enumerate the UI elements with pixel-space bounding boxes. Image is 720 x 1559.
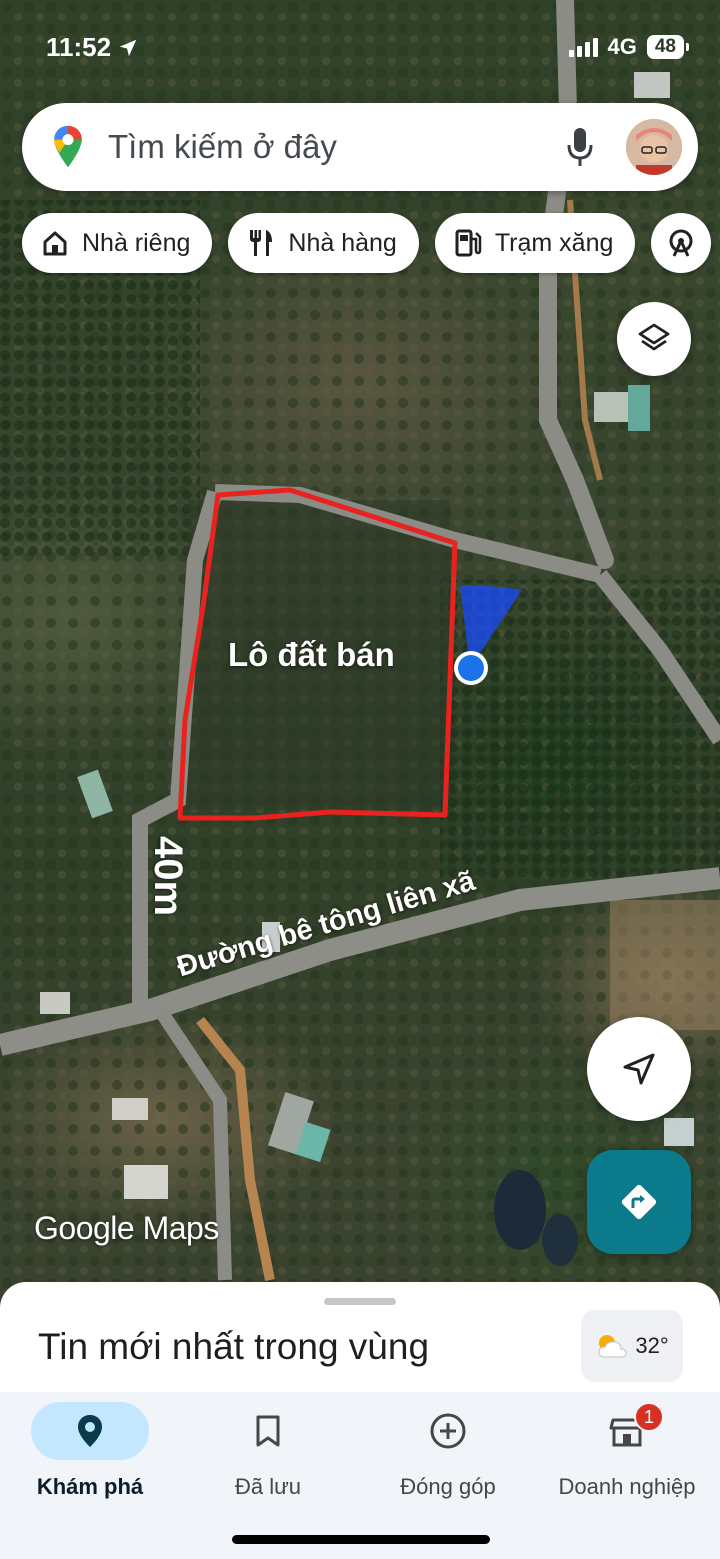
directions-icon xyxy=(621,1184,657,1220)
google-maps-watermark: Google Maps xyxy=(34,1210,219,1246)
location-dot xyxy=(458,655,484,681)
temperature: 32° xyxy=(635,1333,669,1358)
pond xyxy=(542,1214,578,1266)
nav-explore-pill xyxy=(31,1402,149,1460)
nav-saved-pill xyxy=(209,1402,327,1460)
width-label: 40m xyxy=(146,836,190,917)
layers-icon xyxy=(638,323,670,351)
network-type: 4G xyxy=(607,34,637,59)
chip-home-label: Nhà riêng xyxy=(82,228,191,257)
search-input[interactable] xyxy=(108,128,560,166)
bottom-navigation: Khám phá Đã lưu Đóng góp 1 Doanh nghiệp xyxy=(0,1392,720,1559)
partly-cloudy-icon xyxy=(598,1335,627,1358)
home-icon xyxy=(40,228,70,258)
nav-business-pill: 1 xyxy=(568,1402,686,1460)
chip-home[interactable]: Nhà riêng xyxy=(22,213,213,273)
nav-explore-label: Khám phá xyxy=(36,1474,144,1499)
pond xyxy=(494,1170,546,1250)
explore-pin-icon xyxy=(78,1415,102,1447)
chip-restaurants-label: Nhà hàng xyxy=(288,228,397,257)
status-bar-indicators: 4G 48 xyxy=(568,34,690,60)
gas-station-icon xyxy=(453,228,483,258)
google-maps-pin-icon xyxy=(54,125,82,168)
add-circle-icon xyxy=(430,1413,466,1449)
chip-gas-stations[interactable]: Trạm xăng xyxy=(434,213,636,273)
signal-icon xyxy=(568,37,598,57)
bookmark-icon xyxy=(256,1415,280,1447)
sheet-title: Tin mới nhất trong vùng xyxy=(38,1326,430,1367)
clock: 11:52 xyxy=(46,32,112,62)
building xyxy=(40,992,70,1014)
building xyxy=(664,1118,694,1146)
directions-button[interactable] xyxy=(587,1150,691,1254)
sheet-drag-handle[interactable] xyxy=(324,1298,396,1305)
attraction-icon xyxy=(666,228,696,258)
nav-saved[interactable]: Đã lưu xyxy=(178,1402,358,1500)
home-indicator[interactable] xyxy=(232,1535,490,1544)
mic-icon[interactable] xyxy=(560,123,600,171)
nav-contribute[interactable]: Đóng góp xyxy=(358,1402,538,1500)
battery-icon: 48 xyxy=(646,35,690,59)
chip-attractions[interactable] xyxy=(651,213,712,273)
notification-badge: 1 xyxy=(634,1402,664,1432)
building xyxy=(112,1098,148,1120)
building xyxy=(628,385,650,431)
chip-gas-stations-label: Trạm xăng xyxy=(494,228,614,257)
my-location-button[interactable] xyxy=(587,1017,691,1121)
navigation-arrow-icon xyxy=(623,1053,655,1085)
building xyxy=(634,72,670,98)
nav-saved-label: Đã lưu xyxy=(234,1474,302,1499)
building xyxy=(594,392,628,422)
layers-button[interactable] xyxy=(617,302,691,376)
status-bar-time: 11:52 xyxy=(46,32,139,63)
nav-contribute-label: Đóng góp xyxy=(400,1474,496,1499)
bare-field xyxy=(610,900,720,1030)
weather-chip[interactable]: 32° xyxy=(581,1310,683,1382)
location-arrow-icon xyxy=(119,39,137,56)
building xyxy=(124,1165,168,1199)
nav-business-label: Doanh nghiệp xyxy=(558,1474,696,1499)
avatar[interactable] xyxy=(626,119,682,175)
chip-restaurants[interactable]: Nhà hàng xyxy=(228,213,419,273)
nav-business[interactable]: 1 Doanh nghiệp xyxy=(537,1402,717,1500)
nav-explore[interactable]: Khám phá xyxy=(0,1402,180,1500)
search-bar[interactable] xyxy=(22,103,698,191)
nav-contribute-pill xyxy=(389,1402,507,1460)
category-chips: Nhà riêng Nhà hàng Trạm xăng xyxy=(22,213,712,273)
lot-for-sale-label: Lô đất bán xyxy=(228,636,395,673)
restaurant-icon xyxy=(246,228,276,258)
